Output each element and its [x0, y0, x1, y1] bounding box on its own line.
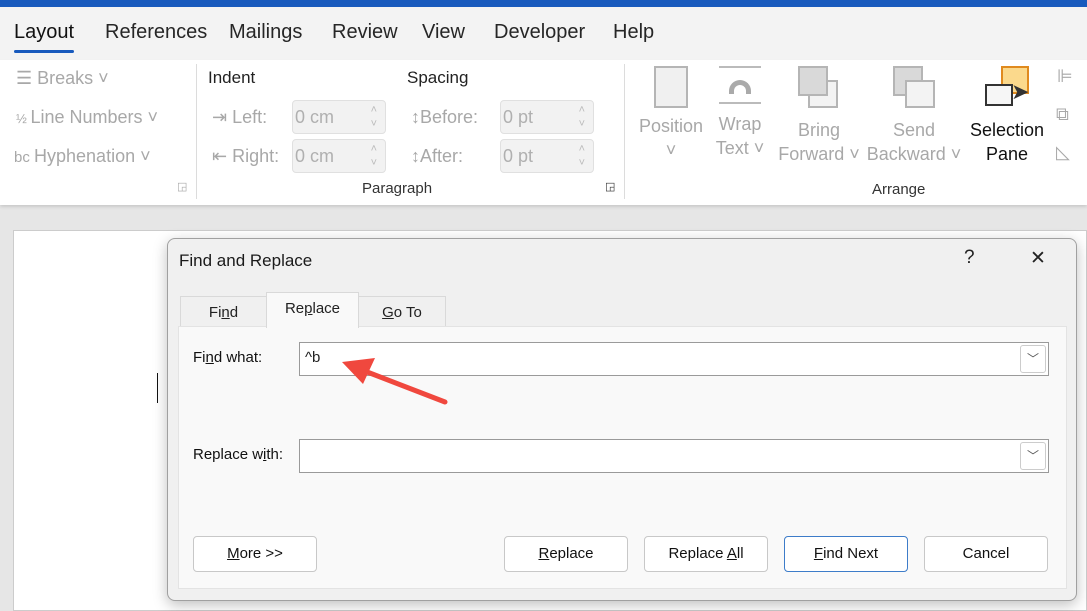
annotation-arrow [342, 358, 448, 405]
arrow-shaft [359, 367, 448, 405]
tab-replace[interactable]: Replace [266, 292, 359, 328]
